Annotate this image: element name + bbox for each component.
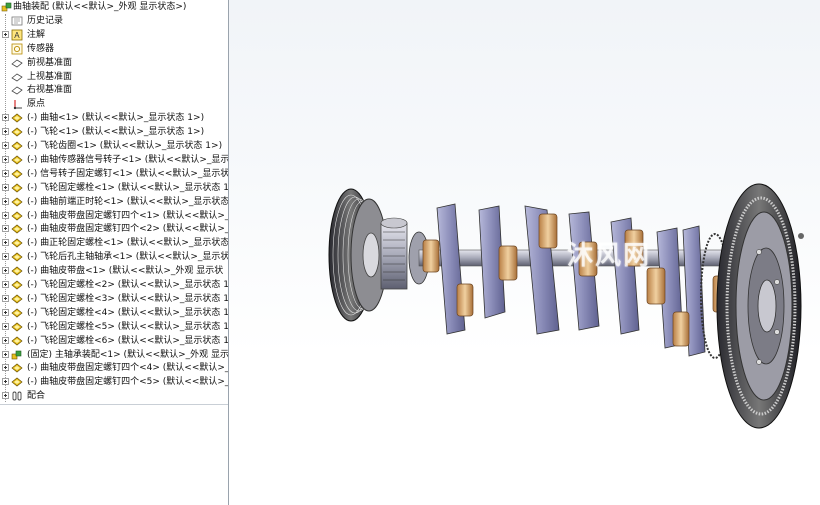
expand-toggle-icon[interactable]	[2, 212, 9, 219]
tree-item-label: 原点	[27, 99, 46, 109]
plane-icon	[11, 86, 23, 95]
expand-toggle-icon[interactable]	[2, 337, 9, 344]
expand-toggle-icon[interactable]	[2, 364, 9, 371]
tree-item-label: (-) 信号转子固定螺钉<1> (默认<<默认>_显示状	[27, 169, 229, 179]
part-icon	[11, 113, 23, 123]
tree-item-label: (固定) 主轴承装配<1> (默认<<默认>_外观 显示	[27, 350, 229, 360]
tree-item-label: (-) 飞轮齿圈<1> (默认<<默认>_显示状态 1>)	[27, 141, 223, 151]
part-icon	[11, 294, 23, 304]
part-icon	[11, 308, 23, 318]
crank-pulley	[328, 188, 388, 322]
watermark-text: 沐风网	[567, 241, 652, 271]
annotations-icon: A	[11, 29, 23, 41]
tree-item-label: 右视基准面	[27, 85, 73, 95]
tree-item-label: 历史记录	[27, 16, 64, 26]
tree-item-label: (-) 飞轮固定螺栓<6> (默认<<默认>_显示状态 1	[27, 336, 229, 346]
tree-item-label: (-) 飞轮固定螺栓<4> (默认<<默认>_显示状态 1	[27, 308, 229, 318]
tree-item-label: (-) 飞轮固定螺栓<2> (默认<<默认>_显示状态 1	[27, 280, 229, 290]
tree-item-label: (-) 曲轴前端正时轮<1> (默认<<默认>_显示状态	[27, 197, 229, 207]
tree-item-label: (-) 曲轴皮带盘固定螺钉四个<4> (默认<<默认>_	[27, 363, 229, 373]
expand-toggle-icon[interactable]	[2, 281, 9, 288]
part-icon	[11, 336, 23, 346]
svg-text:A: A	[14, 31, 20, 40]
tree-item-label: (-) 飞轮固定螺栓<1> (默认<<默认>_显示状态 1	[27, 183, 229, 193]
part-icon	[11, 155, 23, 165]
tree-item-label: 配合	[27, 391, 46, 401]
crankshaft-model-render	[328, 183, 804, 429]
tree-item-label: (-) 曲轴皮带盘固定螺钉四个<5> (默认<<默认>_	[27, 377, 229, 387]
tree-item-label: 传感器	[27, 44, 55, 54]
expand-toggle-icon[interactable]	[2, 392, 9, 399]
part-icon	[11, 238, 23, 248]
tree-root-label: 曲轴装配 (默认<<默认>_外观 显示状态>)	[13, 2, 187, 12]
expand-toggle-icon[interactable]	[2, 267, 9, 274]
tree-item-label: (-) 飞轮<1> (默认<<默认>_显示状态 1>)	[27, 127, 205, 137]
part-icon	[11, 141, 23, 151]
part-icon	[11, 211, 23, 221]
tree-item-label: (-) 飞轮后孔主轴轴承<1> (默认<<默认>_显示状	[27, 252, 229, 262]
part-icon	[11, 377, 23, 387]
part-icon	[11, 363, 23, 373]
part-icon	[11, 183, 23, 193]
history-icon	[11, 16, 23, 26]
expand-toggle-icon[interactable]	[2, 114, 9, 121]
graphics-viewport[interactable]: 沐风网	[229, 0, 820, 505]
tree-item-label: (-) 飞轮固定螺栓<5> (默认<<默认>_显示状态 1	[27, 322, 229, 332]
part-icon	[11, 127, 23, 137]
part-icon	[11, 280, 23, 290]
tree-item-label: 上视基准面	[27, 72, 73, 82]
expand-toggle-icon[interactable]	[2, 128, 9, 135]
part-icon	[11, 322, 23, 332]
tree-item-label: (-) 曲轴<1> (默认<<默认>_显示状态 1>)	[27, 113, 205, 123]
expand-toggle-icon[interactable]	[2, 309, 9, 316]
plane-icon	[11, 59, 23, 68]
expand-toggle-icon[interactable]	[2, 351, 9, 358]
flywheel	[716, 183, 804, 429]
tree-item-label: (-) 曲轴皮带盘<1> (默认<<默认>_外观 显示状	[27, 266, 224, 276]
part-icon	[11, 169, 23, 179]
tree-item-label: (-) 曲正轮固定螺栓<1> (默认<<默认>_显示状态	[27, 238, 229, 248]
expand-toggle-icon[interactable]	[2, 170, 9, 177]
part-icon	[11, 252, 23, 262]
expand-toggle-icon[interactable]	[2, 156, 9, 163]
feature-tree-panel: 曲轴装配 (默认<<默认>_外观 显示状态>) 历史记录 A 注解传感器前视基准面上…	[0, 0, 229, 505]
tree-item-label: (-) 曲轴皮带盘固定螺钉四个<2> (默认<<默认>_	[27, 224, 229, 234]
sensors-icon	[11, 43, 23, 55]
tree-item-label: (-) 曲轴传感器信号转子<1> (默认<<默认>_显示	[27, 155, 229, 165]
part-icon	[11, 266, 23, 276]
part-icon	[11, 224, 23, 234]
tree-item-label: (-) 曲轴皮带盘固定螺钉四个<1> (默认<<默认>_	[27, 211, 229, 221]
expand-toggle-icon[interactable]	[2, 323, 9, 330]
tree-item-label: 注解	[27, 30, 46, 40]
expand-toggle-icon[interactable]	[2, 225, 9, 232]
assembly-icon	[1, 2, 12, 12]
origin-icon	[13, 100, 22, 110]
expand-toggle-icon[interactable]	[2, 198, 9, 205]
expand-toggle-icon[interactable]	[2, 239, 9, 246]
tree-item-label: 前视基准面	[27, 58, 73, 68]
part-icon	[11, 197, 23, 207]
tree-item-label: (-) 飞轮固定螺栓<3> (默认<<默认>_显示状态 1	[27, 294, 229, 304]
subassembly-icon	[11, 350, 22, 360]
plane-icon	[11, 73, 23, 82]
expand-toggle-icon[interactable]	[2, 295, 9, 302]
expand-toggle-icon[interactable]	[2, 378, 9, 385]
crankshaft	[418, 203, 750, 359]
mates-icon	[12, 391, 22, 401]
expand-toggle-icon[interactable]	[2, 184, 9, 191]
expand-toggle-icon[interactable]	[2, 142, 9, 149]
expand-toggle-icon[interactable]	[2, 253, 9, 260]
tree-bottom-divider	[0, 404, 228, 405]
expand-toggle-icon[interactable]	[2, 31, 9, 38]
